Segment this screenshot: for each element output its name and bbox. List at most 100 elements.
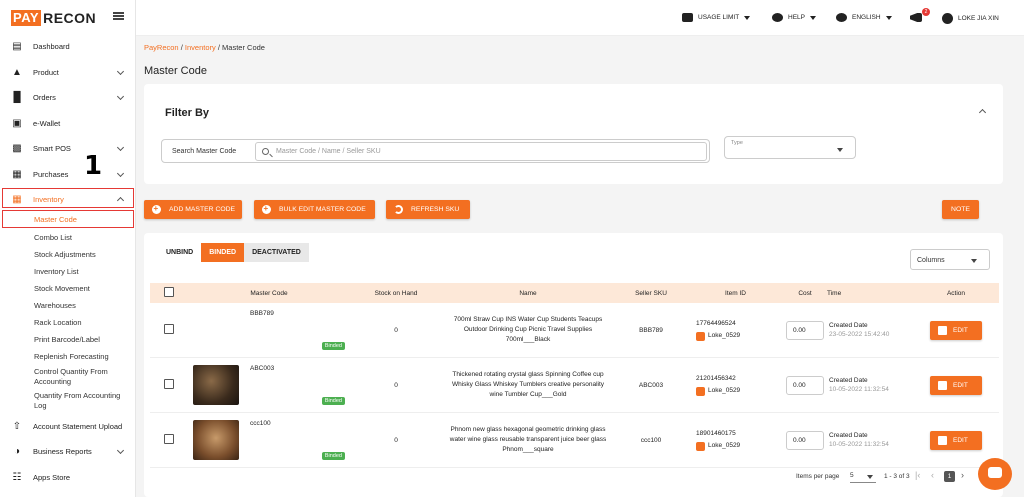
- search-label: Search Master Code: [172, 148, 237, 155]
- refresh-sku-button[interactable]: REFRESH SKU: [386, 200, 470, 219]
- search-input[interactable]: Master Code / Name / Seller SKU: [255, 142, 707, 161]
- master-code-value[interactable]: BBB789: [250, 310, 274, 317]
- header-action: Action: [946, 289, 966, 297]
- sidebar-item-purchases[interactable]: ▦ Purchases: [0, 162, 136, 188]
- note-label: NOTE: [951, 206, 970, 213]
- add-master-code-button[interactable]: ADD MASTER CODE: [144, 200, 242, 219]
- sidebar-subitem-stock-adjustments[interactable]: Stock Adjustments: [34, 250, 96, 259]
- payrecon-logo[interactable]: PAY RECON: [11, 9, 96, 27]
- breadcrumb-separator: /: [180, 43, 183, 52]
- name-cell: 700ml Straw Cup INS Water Cup Students T…: [442, 303, 614, 358]
- item-id-cell: 18901460175 Loke_0529: [688, 412, 783, 468]
- edit-button[interactable]: EDIT: [930, 320, 982, 340]
- sidebar: PAY RECON ▤ Dashboard ▲ Product █ Orders ▣ e…: [0, 0, 163, 497]
- select-all-checkbox[interactable]: [164, 287, 174, 297]
- sidebar-item-product[interactable]: ▲ Product: [0, 60, 136, 86]
- shop-name: Loke_0529: [708, 332, 741, 339]
- usage-limit-menu[interactable]: USAGE LIMIT: [682, 13, 751, 22]
- user-menu[interactable]: LOKE JIA XIN: [942, 13, 999, 24]
- tab-deactivated[interactable]: DEACTIVATED: [244, 243, 309, 262]
- columns-select[interactable]: Columns: [910, 249, 990, 270]
- sidebar-item-label: Smart POS: [33, 144, 71, 154]
- sidebar-item-business-reports[interactable]: ◑ Business Reports: [0, 439, 136, 465]
- refresh-sku-label: REFRESH SKU: [411, 206, 460, 213]
- select-all-cell: [150, 283, 188, 303]
- master-code-value[interactable]: ABC003: [250, 365, 274, 372]
- next-page-icon[interactable]: ›: [961, 470, 964, 480]
- search-placeholder: Master Code / Name / Seller SKU: [276, 148, 381, 155]
- language-menu[interactable]: ENGLISH: [836, 13, 892, 22]
- edit-button[interactable]: EDIT: [930, 375, 982, 395]
- usage-limit-label: USAGE LIMIT: [698, 14, 740, 21]
- sidebar-item-smart-pos[interactable]: ▩ Smart POS: [0, 136, 136, 162]
- sidebar-subitem-inventory-list[interactable]: Inventory List: [34, 267, 79, 276]
- hamburger-menu-icon[interactable]: [113, 12, 124, 20]
- header-master-code: Master Code: [250, 289, 288, 297]
- tab-unbind[interactable]: UNBIND: [158, 243, 201, 262]
- edit-button[interactable]: EDIT: [930, 430, 982, 450]
- page-title: Master Code: [144, 65, 207, 77]
- breadcrumb-master-code: Master Code: [222, 43, 265, 52]
- sidebar-subitem-replenish-forecasting[interactable]: Replenish Forecasting: [34, 352, 109, 361]
- orders-icon: █: [13, 92, 21, 104]
- sidebar-subitem-quantity-log[interactable]: Quantity From Accounting Log: [34, 391, 126, 411]
- chat-icon[interactable]: [978, 458, 1012, 490]
- page-number-button[interactable]: 1: [944, 471, 955, 482]
- row-checkbox[interactable]: [164, 324, 174, 334]
- master-code-value[interactable]: ccc100: [250, 420, 271, 427]
- sidebar-item-account-statement[interactable]: ⇧ Account Statement Upload: [0, 414, 136, 440]
- items-per-page-label: Items per page: [796, 473, 840, 480]
- cost-input[interactable]: 0.00: [786, 430, 824, 450]
- master-code-cell: ccc100 Binded: [188, 412, 350, 468]
- collapse-filter-icon[interactable]: [978, 108, 987, 117]
- tab-group: UNBIND BINDED DEACTIVATED: [158, 243, 309, 262]
- sidebar-subitem-combo-list[interactable]: Combo List: [34, 233, 72, 242]
- sidebar-subitem-master-code[interactable]: Master Code: [34, 215, 77, 224]
- truck-icon: [682, 13, 693, 22]
- sidebar-subitem-stock-movement[interactable]: Stock Movement: [34, 284, 90, 293]
- header-item-id: Item ID: [725, 289, 746, 297]
- highlight-box-inventory: [2, 188, 134, 208]
- status-badge: Binded: [321, 342, 345, 350]
- row-select-cell: [150, 412, 188, 468]
- header-time: Time: [827, 289, 842, 297]
- plus-circle-icon: [152, 204, 161, 214]
- product-name: 700ml Straw Cup INS Water Cup Students T…: [453, 316, 603, 343]
- master-code-cell: ABC003 Binded: [188, 357, 350, 413]
- note-button[interactable]: NOTE: [942, 200, 979, 219]
- help-menu[interactable]: HELP: [772, 13, 816, 22]
- cost-cell: 0.00: [783, 412, 827, 468]
- prev-page-icon[interactable]: ‹: [931, 470, 934, 480]
- filter-title: Filter By: [165, 107, 210, 119]
- sidebar-item-label: Purchases: [33, 169, 69, 179]
- sidebar-subitem-control-quantity[interactable]: Control Quantity From Accounting: [34, 367, 126, 387]
- sidebar-subitem-rack-location[interactable]: Rack Location: [34, 318, 82, 327]
- row-checkbox[interactable]: [164, 379, 174, 389]
- tab-binded[interactable]: BINDED: [201, 243, 245, 262]
- sidebar-subitem-print-barcode[interactable]: Print Barcode/Label: [34, 335, 100, 344]
- pos-icon: ▩: [12, 143, 22, 155]
- sidebar-item-apps-store[interactable]: ☷ Apps Store: [0, 465, 136, 491]
- sidebar-item-ewallet[interactable]: ▣ e-Wallet: [0, 111, 136, 137]
- cost-input[interactable]: 0.00: [786, 320, 824, 340]
- header-seller-sku: Seller SKU: [635, 289, 667, 297]
- header-cost: Cost: [798, 289, 812, 297]
- item-id-cell: 17764496524 Loke_0529: [688, 303, 783, 358]
- seller-sku-value: ABC003: [614, 357, 688, 413]
- sidebar-item-dashboard[interactable]: ▤ Dashboard: [0, 34, 136, 60]
- first-page-icon[interactable]: |‹: [915, 470, 920, 480]
- cost-input[interactable]: 0.00: [786, 375, 824, 395]
- breadcrumb-inventory[interactable]: Inventory: [185, 43, 216, 52]
- item-id-value[interactable]: 17764496524: [696, 318, 783, 330]
- time-label: Created Date: [829, 322, 868, 329]
- item-id-value[interactable]: 18901460175: [696, 428, 783, 440]
- breadcrumb-payrecon[interactable]: PayRecon: [144, 43, 179, 52]
- row-checkbox[interactable]: [164, 434, 174, 444]
- sidebar-item-orders[interactable]: █ Orders: [0, 85, 136, 111]
- type-select[interactable]: Type: [724, 136, 856, 159]
- item-id-value[interactable]: 21201456342: [696, 373, 783, 385]
- items-per-page-select[interactable]: 5: [850, 469, 876, 483]
- sidebar-subitem-warehouses[interactable]: Warehouses: [34, 301, 76, 310]
- sidebar-item-label: Product: [33, 67, 59, 77]
- bulk-edit-button[interactable]: BULK EDIT MASTER CODE: [254, 200, 375, 219]
